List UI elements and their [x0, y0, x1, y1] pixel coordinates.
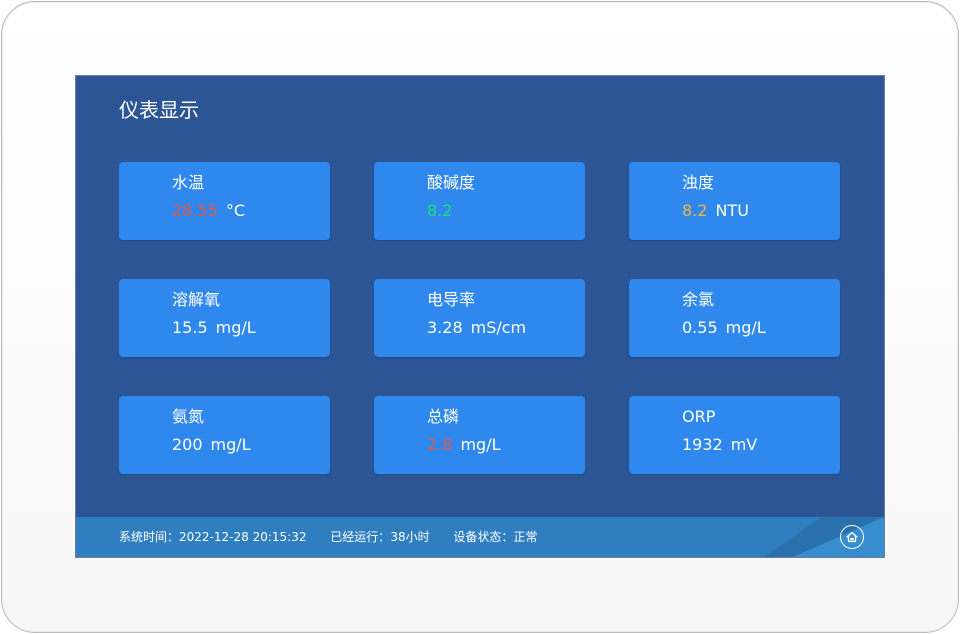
card-value: 15.5: [172, 318, 208, 337]
card-unit: °C: [225, 201, 245, 220]
card-unit: mV: [730, 435, 758, 454]
card-conductivity[interactable]: 电导率 3.28 mS/cm: [374, 279, 585, 357]
runtime: 已经运行：38小时: [330, 530, 430, 544]
card-label: 酸碱度: [427, 173, 476, 192]
card-unit: mg/L: [460, 435, 501, 454]
card-label: ORP: [682, 407, 716, 426]
card-label: 电导率: [427, 290, 476, 309]
home-button[interactable]: [840, 525, 864, 549]
card-unit: mg/L: [725, 318, 766, 337]
device-status: 设备状态：正常: [453, 530, 538, 544]
card-unit: NTU: [715, 201, 749, 220]
instrument-screen: 仪表显示 水温 28.55 °C 酸碱度 8.2 浊度 8.2 NTU 溶解氧 15…: [75, 75, 885, 558]
card-value: 200: [172, 435, 203, 454]
page-title: 仪表显示: [119, 98, 199, 122]
card-label: 余氯: [682, 290, 715, 309]
card-label: 氨氮: [172, 407, 205, 426]
card-turbidity[interactable]: 浊度 8.2 NTU: [629, 162, 840, 240]
card-label: 总磷: [427, 407, 460, 426]
card-value: 28.55: [172, 201, 218, 220]
card-value: 1932: [682, 435, 723, 454]
status-bar: 系统时间：2022-12-28 20:15:32 已经运行：38小时 设备状态：…: [76, 517, 884, 557]
card-residual-chlorine[interactable]: 余氯 0.55 mg/L: [629, 279, 840, 357]
card-total-phosphorus[interactable]: 总磷 2.8 mg/L: [374, 396, 585, 474]
card-water-temperature[interactable]: 水温 28.55 °C: [119, 162, 330, 240]
system-time: 系统时间：2022-12-28 20:15:32: [119, 530, 307, 544]
card-unit: mS/cm: [470, 318, 527, 337]
card-label: 浊度: [682, 173, 715, 192]
card-value: 2.8: [427, 435, 453, 454]
card-value: 8.2: [682, 201, 708, 220]
card-label: 溶解氧: [172, 290, 221, 309]
card-unit: mg/L: [210, 435, 251, 454]
card-label: 水温: [172, 173, 205, 192]
card-orp[interactable]: ORP 1932 mV: [629, 396, 840, 474]
card-value: 0.55: [682, 318, 718, 337]
card-unit: mg/L: [215, 318, 256, 337]
card-ph[interactable]: 酸碱度 8.2: [374, 162, 585, 240]
card-ammonia-nitrogen[interactable]: 氨氮 200 mg/L: [119, 396, 330, 474]
card-dissolved-oxygen[interactable]: 溶解氧 15.5 mg/L: [119, 279, 330, 357]
card-value: 3.28: [427, 318, 463, 337]
home-icon: [846, 531, 858, 543]
card-value: 8.2: [427, 201, 453, 220]
